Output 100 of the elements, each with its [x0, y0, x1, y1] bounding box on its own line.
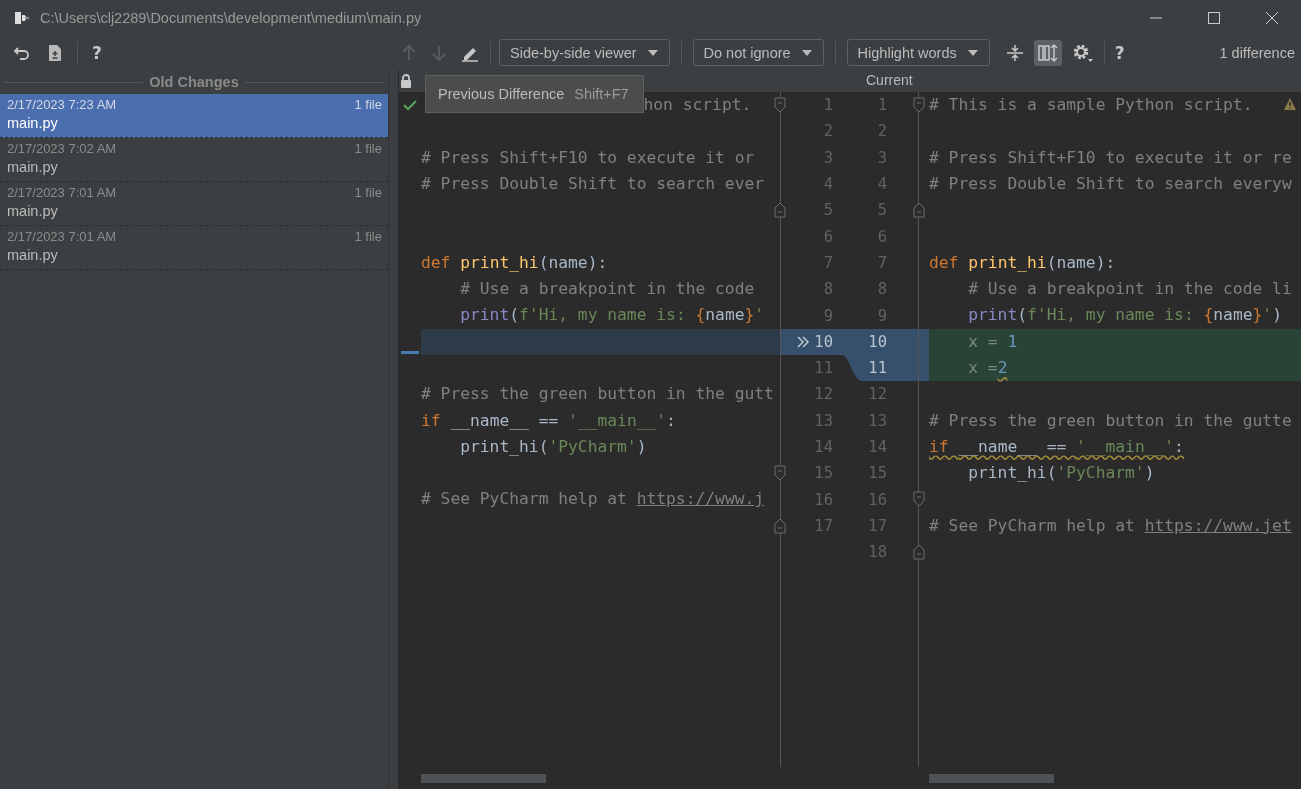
window-title: C:\Users\clj2289\Documents\development\medium\main.py — [40, 9, 422, 26]
fold-marker-icon[interactable] — [913, 491, 925, 508]
line-number: 8 — [823, 280, 833, 299]
line-number: 18 — [868, 543, 887, 562]
line-number: 16 — [868, 490, 887, 509]
code-line: # See PyCharm help at https://www.j — [421, 488, 765, 511]
code-line: if __name__ == '__main__': — [421, 409, 676, 432]
code-line: if __name__ == '__main__': — [929, 435, 1184, 458]
code-line: hon script. — [643, 94, 752, 116]
item-file-count: 1 file — [354, 185, 382, 200]
line-number: 6 — [823, 227, 833, 246]
fold-marker-icon[interactable] — [913, 202, 925, 219]
fold-marker-icon[interactable] — [774, 97, 786, 113]
code-line: print_hi('PyCharm') — [459, 435, 647, 458]
code-line: # See PyCharm help at https://www.jet — [929, 514, 1292, 537]
item-file-name: main.py — [7, 203, 59, 219]
line-number: 9 — [877, 306, 887, 325]
item-time: 2/17/2023 7:23 AM — [7, 97, 117, 112]
scrollbar-thumb[interactable] — [929, 773, 1054, 783]
line-number: 7 — [877, 253, 887, 272]
item-file-count: 1 file — [354, 229, 382, 244]
close-icon — [1265, 10, 1279, 25]
line-number: 3 — [877, 148, 887, 167]
fold-marker-icon[interactable] — [774, 517, 786, 534]
viewer-dropdown[interactable]: Side-by-side viewer — [499, 39, 670, 66]
line-number: 15 — [814, 464, 833, 483]
caret-icon — [966, 48, 979, 57]
line-number: 1 — [877, 96, 887, 115]
line-number: 4 — [823, 175, 833, 194]
code-line: # Press the green button in the gutte — [929, 409, 1292, 432]
item-file-name: main.py — [7, 247, 59, 263]
line-number: 15 — [868, 464, 887, 483]
code-line: # Press Double Shift to search ever — [421, 172, 765, 195]
line-number: 14 — [814, 438, 833, 456]
history-item[interactable]: 2/17/2023 7:01 AM 1 file main.py — [0, 226, 388, 270]
item-file-name: main.py — [7, 115, 59, 131]
code-line: # Press Shift+F10 to execute it or — [421, 146, 755, 169]
line-number: 17 — [868, 516, 887, 535]
line-number: 3 — [823, 148, 833, 167]
code-line: # Use a breakpoint in the code li — [967, 278, 1292, 301]
line-number: 11 — [868, 359, 887, 378]
code-line: # This is a sample Python script. — [929, 94, 1253, 116]
history-item[interactable]: 2/17/2023 7:01 AM 1 file main.py — [0, 182, 388, 226]
line-number: 14 — [868, 438, 887, 456]
code-line: print_hi('PyCharm') — [967, 462, 1155, 485]
code-line: x = 1 — [967, 330, 1018, 353]
line-number: 2 — [877, 122, 887, 141]
scrollbar-thumb[interactable] — [421, 773, 546, 783]
code-line: def print_hi(name): — [929, 251, 1116, 274]
item-file-count: 1 file — [354, 141, 382, 156]
line-number: 11 — [814, 359, 833, 378]
line-number: 4 — [877, 175, 887, 194]
line-number: 6 — [877, 227, 887, 246]
help-button[interactable]: ? — [90, 40, 104, 65]
line-number: 9 — [823, 306, 833, 325]
item-file-count: 1 file — [354, 97, 382, 112]
item-time: 2/17/2023 7:01 AM — [7, 185, 117, 200]
code-line: # Press Double Shift to search everyw — [929, 172, 1292, 195]
panel-title: Old Changes — [149, 74, 239, 90]
line-number: 10 — [868, 332, 887, 351]
code-line: x =2 — [967, 356, 1008, 379]
url-link[interactable]: https://www.jet — [1144, 515, 1292, 535]
difference-count: 1 difference — [1219, 44, 1295, 61]
line-number: 8 — [877, 280, 887, 299]
item-file-name: main.py — [7, 159, 59, 175]
line-number: 12 — [814, 385, 833, 404]
pane-title: Current — [866, 72, 913, 88]
code-line: print(f'Hi, my name is: {name}' — [459, 304, 765, 327]
code-line: # Use a breakpoint in the code — [459, 278, 755, 301]
code-line: # Press Shift+F10 to execute it or re — [929, 146, 1292, 169]
app-icon — [14, 9, 30, 26]
history-item[interactable]: 2/17/2023 7:02 AM 1 file main.py — [0, 138, 388, 182]
lock-icon — [399, 73, 413, 89]
line-number: 17 — [814, 516, 833, 535]
history-item[interactable]: 2/17/2023 7:23 AM 1 file main.py — [0, 94, 388, 138]
minimize-icon — [1149, 16, 1163, 19]
url-link[interactable]: https://www.j — [636, 489, 765, 509]
help-button[interactable]: ? — [1112, 40, 1127, 65]
fold-marker-icon[interactable] — [774, 465, 786, 482]
caret-icon — [800, 48, 813, 57]
fold-marker-icon[interactable] — [774, 202, 786, 219]
item-time: 2/17/2023 7:02 AM — [7, 141, 117, 156]
tooltip: Previous Difference Shift+F7 — [425, 75, 644, 113]
line-number: 1 — [823, 96, 833, 115]
ignore-dropdown[interactable]: Do not ignore — [692, 39, 824, 66]
item-time: 2/17/2023 7:01 AM — [7, 229, 117, 244]
line-number: 5 — [877, 201, 887, 220]
line-number: 12 — [868, 385, 887, 404]
line-number: 5 — [823, 201, 833, 220]
change-marker — [401, 351, 419, 355]
code-line: # Press the green button in the gutt — [421, 383, 774, 406]
maximize-icon — [1207, 10, 1221, 25]
line-number: 10 — [814, 332, 833, 351]
fold-marker-icon[interactable] — [913, 97, 925, 113]
sync-scroll-toggle[interactable] — [1033, 39, 1062, 66]
fold-marker-icon[interactable] — [913, 544, 925, 561]
highlight-dropdown[interactable]: Highlight words — [846, 39, 990, 66]
line-number: 16 — [814, 490, 833, 509]
code-line: print(f'Hi, my name is: {name}') — [967, 304, 1282, 327]
line-number: 2 — [823, 122, 833, 141]
